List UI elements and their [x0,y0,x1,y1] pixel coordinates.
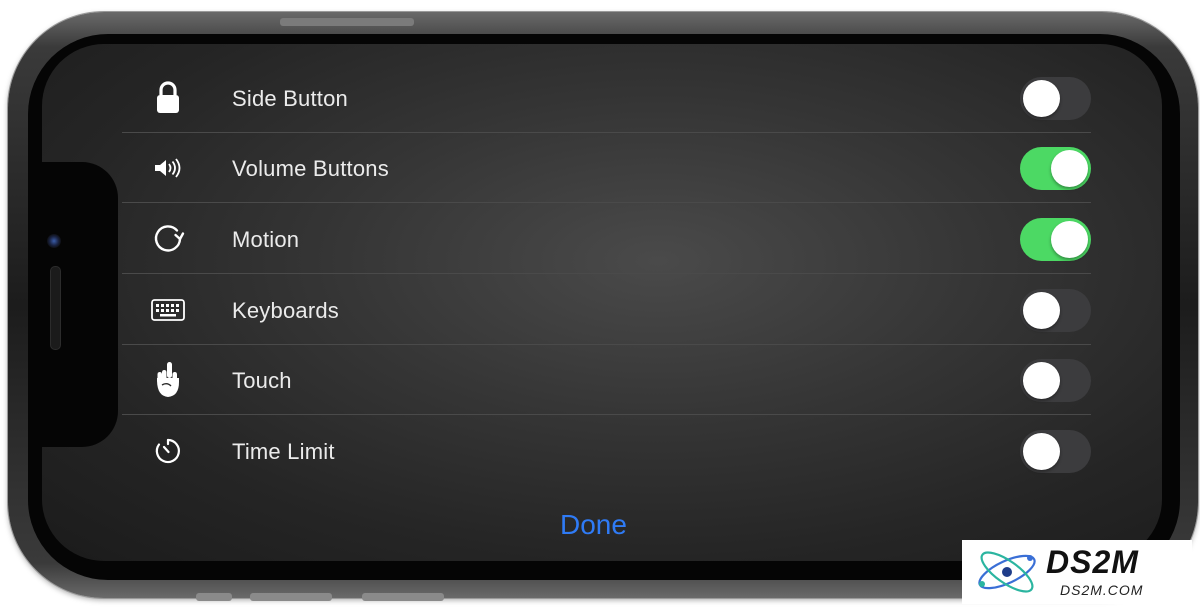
toggle-knob [1023,80,1060,117]
setting-label: Volume Buttons [232,156,389,181]
row-divider [122,202,1091,203]
watermark-url: DS2M.COM [1060,582,1144,598]
setting-label: Side Button [232,86,348,111]
setting-label: Motion [232,227,300,252]
row-divider [122,273,1091,274]
lock-icon [144,80,192,116]
toggle-knob [1023,292,1060,329]
hardware-button [196,593,232,601]
hardware-button [362,593,444,601]
setting-label: Keyboards [232,298,339,323]
earpiece-speaker [50,266,61,350]
toggle-knob [1051,150,1088,187]
setting-label: Time Limit [232,439,335,464]
toggle-knob [1023,433,1060,470]
hand-touch-icon [144,362,192,398]
setting-row-side-button: Side Button [122,63,1091,133]
side-button-toggle[interactable] [1020,77,1091,120]
volume-buttons-toggle[interactable] [1020,147,1091,190]
setting-row-volume-buttons: Volume Buttons [122,133,1091,203]
toggle-knob [1023,362,1060,399]
watermark: DS2M DS2M.COM [962,540,1192,604]
side-button-top [280,18,414,26]
atom-logo-icon [978,551,1036,593]
motion-toggle[interactable] [1020,218,1091,261]
speaker-volume-icon [144,150,192,186]
hardware-button [250,593,332,601]
rotate-icon [144,221,192,257]
setting-row-keyboards: Keyboards [122,275,1091,345]
touch-toggle[interactable] [1020,359,1091,402]
time-limit-toggle[interactable] [1020,430,1091,473]
done-button[interactable]: Done [560,509,627,541]
setting-label: Touch [232,368,292,393]
toggle-knob [1051,221,1088,258]
timer-icon [144,433,192,469]
row-divider [122,414,1091,415]
keyboards-toggle[interactable] [1020,289,1091,332]
keyboard-icon [144,292,192,328]
setting-row-motion: Motion [122,204,1091,274]
watermark-text: DS2M [1046,544,1139,580]
front-camera [47,234,61,248]
setting-row-touch: Touch [122,345,1091,415]
setting-row-time-limit: Time Limit [122,416,1091,486]
